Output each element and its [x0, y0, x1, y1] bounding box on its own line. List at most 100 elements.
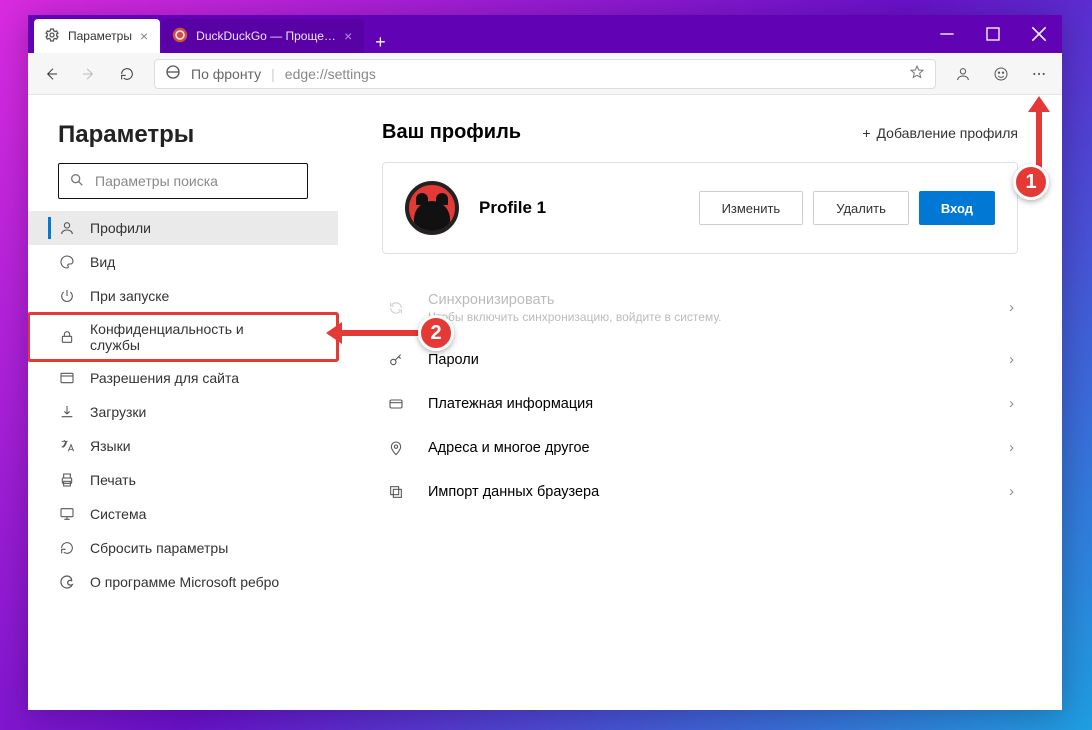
signin-button[interactable]: Вход — [919, 191, 995, 225]
add-profile-label: Добавление профиля — [877, 125, 1018, 141]
duckduckgo-icon — [172, 27, 188, 46]
chevron-right-icon: › — [1009, 484, 1014, 500]
palette-icon — [58, 254, 76, 270]
separator: | — [271, 66, 275, 82]
sync-icon — [386, 300, 406, 316]
title-bar: Параметры × DuckDuckGo — Проще говоря × … — [28, 15, 1062, 53]
delete-profile-button[interactable]: Удалить — [813, 191, 909, 225]
import-icon — [386, 484, 406, 500]
edge-logo-icon — [58, 574, 76, 590]
profile-icon[interactable] — [946, 57, 980, 91]
monitor-icon — [58, 506, 76, 522]
sidebar-item-label: Загрузки — [90, 404, 146, 420]
avatar — [405, 181, 459, 235]
settings-title: Параметры — [28, 121, 338, 163]
sidebar-item-label: Конфиденциальность и службы — [90, 321, 270, 353]
profile-options: Синхронизировать Чтобы включить синхрони… — [382, 278, 1018, 514]
sidebar-item-profiles[interactable]: Профили — [28, 211, 338, 245]
maximize-button[interactable] — [970, 15, 1016, 53]
row-label: Синхронизировать — [428, 292, 721, 308]
profile-header: Ваш профиль + Добавление профиля — [382, 121, 1018, 144]
settings-nav: Профили Вид При запуске Конфиденциальнос… — [28, 211, 338, 599]
row-import[interactable]: Импорт данных браузера › — [382, 470, 1018, 514]
sidebar-item-label: Сбросить параметры — [90, 540, 228, 556]
refresh-button[interactable] — [110, 57, 144, 91]
row-payment[interactable]: Платежная информация › — [382, 382, 1018, 426]
url-text: edge://settings — [285, 66, 376, 82]
location-icon — [386, 440, 406, 456]
sidebar-item-label: Разрешения для сайта — [90, 370, 239, 386]
gear-icon — [44, 27, 60, 46]
tab-label: DuckDuckGo — Проще говоря — [196, 29, 336, 43]
profile-name: Profile 1 — [479, 198, 546, 218]
chevron-right-icon: › — [1009, 440, 1014, 456]
page-title: Ваш профиль — [382, 121, 521, 144]
edit-profile-button[interactable]: Изменить — [699, 191, 804, 225]
chevron-right-icon: › — [1009, 352, 1014, 368]
toolbar: По фронту | edge://settings — [28, 53, 1062, 95]
language-icon — [58, 438, 76, 454]
add-profile-button[interactable]: + Добавление профиля — [862, 125, 1018, 141]
search-settings-input[interactable]: Параметры поиска — [58, 163, 308, 199]
minimize-button[interactable] — [924, 15, 970, 53]
sidebar-item-about[interactable]: О программе Microsoft ребро — [28, 565, 338, 599]
person-icon — [58, 220, 76, 236]
sidebar-item-startup[interactable]: При запуске — [28, 279, 338, 313]
permissions-icon — [58, 370, 76, 386]
tab-label: Параметры — [68, 29, 132, 43]
forward-button[interactable] — [72, 57, 106, 91]
tab-strip: Параметры × DuckDuckGo — Проще говоря × … — [28, 15, 396, 53]
sidebar-item-label: Вид — [90, 254, 115, 270]
printer-icon — [58, 472, 76, 488]
key-icon — [386, 352, 406, 368]
row-label: Импорт данных браузера — [428, 484, 599, 500]
close-icon[interactable]: × — [140, 28, 148, 44]
row-sublabel: Чтобы включить синхронизацию, войдите в … — [428, 310, 721, 324]
more-menu-button[interactable] — [1022, 57, 1056, 91]
row-label: Адреса и многое другое — [428, 440, 590, 456]
search-icon — [69, 172, 85, 191]
address-bar[interactable]: По фронту | edge://settings — [154, 59, 936, 89]
sidebar-item-label: При запуске — [90, 288, 169, 304]
chevron-right-icon: › — [1009, 300, 1014, 316]
close-window-button[interactable] — [1016, 15, 1062, 53]
sidebar-item-languages[interactable]: Языки — [28, 429, 338, 463]
edge-icon — [165, 64, 181, 83]
tab-duckduckgo[interactable]: DuckDuckGo — Проще говоря × — [162, 19, 364, 53]
profile-actions: Изменить Удалить Вход — [699, 191, 995, 225]
search-placeholder: Параметры поиска — [95, 173, 218, 189]
sidebar-item-downloads[interactable]: Загрузки — [28, 395, 338, 429]
favorite-icon[interactable] — [909, 64, 925, 83]
lock-icon — [58, 329, 76, 345]
sidebar-item-privacy[interactable]: Конфиденциальность и службы — [28, 313, 338, 361]
content-area: Параметры Параметры поиска Профили Вид — [28, 95, 1062, 710]
tab-settings[interactable]: Параметры × — [34, 19, 160, 53]
sidebar-item-label: Печать — [90, 472, 136, 488]
site-label: По фронту — [191, 66, 261, 82]
power-icon — [58, 288, 76, 304]
sidebar-item-site-permissions[interactable]: Разрешения для сайта — [28, 361, 338, 395]
sidebar-item-reset[interactable]: Сбросить параметры — [28, 531, 338, 565]
window-controls — [924, 15, 1062, 53]
row-passwords[interactable]: Пароли › — [382, 338, 1018, 382]
sidebar-item-label: Система — [90, 506, 146, 522]
chevron-right-icon: › — [1009, 396, 1014, 412]
close-icon[interactable]: × — [344, 28, 352, 44]
new-tab-button[interactable]: + — [364, 32, 396, 53]
row-addresses[interactable]: Адреса и многое другое › — [382, 426, 1018, 470]
row-sync: Синхронизировать Чтобы включить синхрони… — [382, 278, 1018, 338]
sidebar-item-print[interactable]: Печать — [28, 463, 338, 497]
browser-window: Параметры × DuckDuckGo — Проще говоря × … — [28, 15, 1062, 710]
back-button[interactable] — [34, 57, 68, 91]
smiley-icon[interactable] — [984, 57, 1018, 91]
download-icon — [58, 404, 76, 420]
sidebar-item-appearance[interactable]: Вид — [28, 245, 338, 279]
row-label: Пароли — [428, 352, 479, 368]
profile-card: Profile 1 Изменить Удалить Вход — [382, 162, 1018, 254]
reset-icon — [58, 540, 76, 556]
sidebar-item-label: Языки — [90, 438, 131, 454]
row-label: Платежная информация — [428, 396, 593, 412]
main-panel: Ваш профиль + Добавление профиля Profile… — [338, 95, 1062, 710]
sidebar-item-system[interactable]: Система — [28, 497, 338, 531]
sidebar-item-label: Профили — [90, 220, 151, 236]
